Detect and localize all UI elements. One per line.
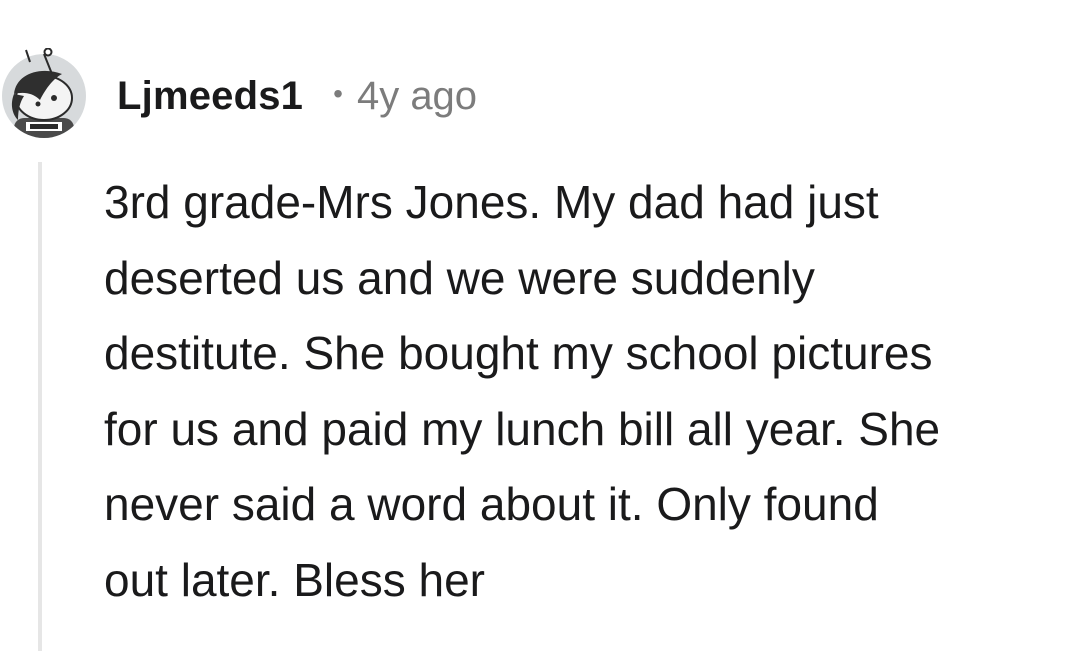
comment-body: 3rd grade-Mrs Jones. My dad had just des… bbox=[104, 165, 1070, 618]
comment-body-line: deserted us and we were suddenly bbox=[104, 251, 815, 304]
comment-author[interactable]: Ljmeeds1 bbox=[117, 74, 303, 119]
comment-body-line: destitute. She bought my school pictures bbox=[104, 327, 933, 379]
user-avatar[interactable] bbox=[0, 47, 88, 140]
meta-separator: • bbox=[333, 78, 343, 109]
comment-body-line: out later. Bless her bbox=[104, 553, 485, 606]
comment: Ljmeeds1 • 4y ago 3rd grade-Mrs Jones. M… bbox=[0, 0, 1080, 651]
comment-body-line: for us and paid my lunch bill all year. … bbox=[104, 402, 941, 455]
comment-timestamp: 4y ago bbox=[356, 73, 478, 118]
comment-header: Ljmeeds1 • 4y ago bbox=[117, 70, 477, 122]
comment-body-line: never said a word about it. Only found bbox=[104, 478, 879, 530]
snoo-avatar-icon bbox=[2, 47, 86, 138]
comment-body-line: 3rd grade-Mrs Jones. My dad had just bbox=[104, 176, 879, 228]
thread-line[interactable] bbox=[38, 162, 42, 651]
